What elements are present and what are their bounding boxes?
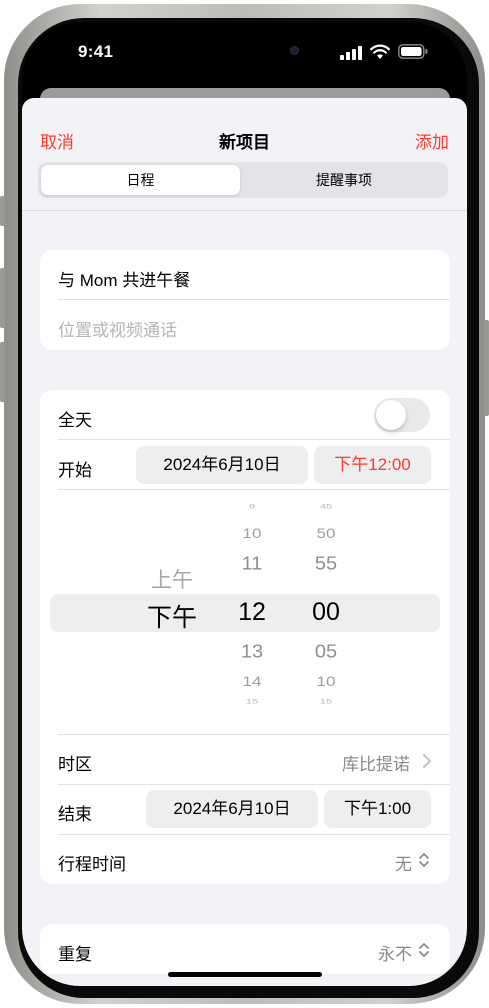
new-event-sheet: 取消 新项目 添加 日程 提醒事项 与 Mom 共进午餐 位置或视频通话 全天 … [22, 98, 467, 986]
volume-down-button [0, 342, 5, 402]
segment-reminder[interactable]: 提醒事项 [243, 165, 445, 195]
time-picker[interactable]: 上午 下午 9 10 11 12 13 14 15 45 50 55 00 05… [40, 502, 450, 720]
toggle-knob [376, 400, 406, 430]
cellular-signal-icon [340, 46, 362, 60]
picker-hour: 15 [245, 698, 259, 706]
row-separator [58, 834, 450, 835]
picker-hour: 14 [242, 674, 262, 690]
picker-minute: 10 [316, 674, 336, 690]
travel-time-label: 行程时间 [58, 855, 126, 874]
wifi-icon [370, 44, 390, 59]
travel-time-value[interactable]: 无 [395, 850, 412, 875]
repeat-value[interactable]: 永不 [378, 940, 412, 965]
camera-icon [290, 46, 299, 55]
allday-toggle[interactable] [374, 398, 430, 432]
segment-event[interactable]: 日程 [41, 165, 240, 195]
picker-hour: 9 [248, 503, 256, 511]
status-bar: 9:41 [22, 22, 467, 82]
type-segmented-control: 日程 提醒事项 [38, 162, 448, 198]
timezone-value[interactable]: 库比提诺 [342, 750, 410, 775]
end-label: 结束 [58, 805, 92, 824]
volume-up-button [0, 268, 5, 328]
battery-icon [398, 44, 428, 59]
home-indicator[interactable] [168, 972, 322, 977]
picker-minute-selected: 00 [312, 598, 340, 626]
start-label: 开始 [58, 461, 92, 480]
chevron-up-down-icon [419, 853, 429, 867]
screen: 9:41 取消 新项目 添加 日程 提醒事项 与 Mom 共进午餐 位置或视频通… [22, 22, 467, 986]
row-separator [58, 439, 450, 440]
end-time-button[interactable]: 下午1:00 [324, 790, 431, 828]
picker-minute: 50 [316, 526, 336, 542]
start-date-button[interactable]: 2024年6月10日 [136, 446, 308, 484]
picker-minute: 55 [314, 553, 338, 575]
row-separator [58, 299, 450, 300]
picker-ampm-selected: 下午 [146, 604, 197, 632]
row-separator [58, 489, 450, 490]
chevron-right-icon [423, 754, 431, 768]
date-time-group: 全天 开始 2024年6月10日 下午12:00 上午 下午 9 10 11 1… [40, 390, 450, 884]
picker-minute: 15 [319, 698, 333, 706]
picker-ampm-above: 上午 [151, 569, 193, 592]
picker-hour: 13 [240, 641, 264, 663]
start-time-button[interactable]: 下午12:00 [314, 446, 431, 484]
timezone-label: 时区 [58, 755, 92, 774]
row-separator [58, 734, 450, 735]
location-input[interactable]: 位置或视频通话 [58, 316, 177, 341]
picker-minute: 45 [319, 503, 333, 511]
picker-hour: 10 [242, 526, 262, 542]
event-details-group: 与 Mom 共进午餐 位置或视频通话 [40, 250, 450, 350]
chevron-up-down-icon [419, 943, 429, 957]
action-button [0, 196, 5, 226]
status-time: 9:41 [78, 42, 114, 61]
allday-label: 全天 [58, 411, 92, 430]
picker-hour-selected: 12 [238, 598, 266, 626]
row-separator [58, 784, 450, 785]
event-title-input[interactable]: 与 Mom 共进午餐 [58, 266, 190, 291]
divider [22, 210, 467, 211]
end-date-button[interactable]: 2024年6月10日 [146, 790, 318, 828]
sheet-title: 新项目 [219, 133, 270, 152]
power-button [484, 320, 489, 416]
add-button[interactable]: 添加 [415, 128, 449, 153]
picker-minute: 05 [314, 641, 338, 663]
picker-hour: 11 [241, 553, 263, 575]
repeat-label: 重复 [58, 945, 92, 964]
repeat-group: 重复 永不 [40, 924, 450, 974]
